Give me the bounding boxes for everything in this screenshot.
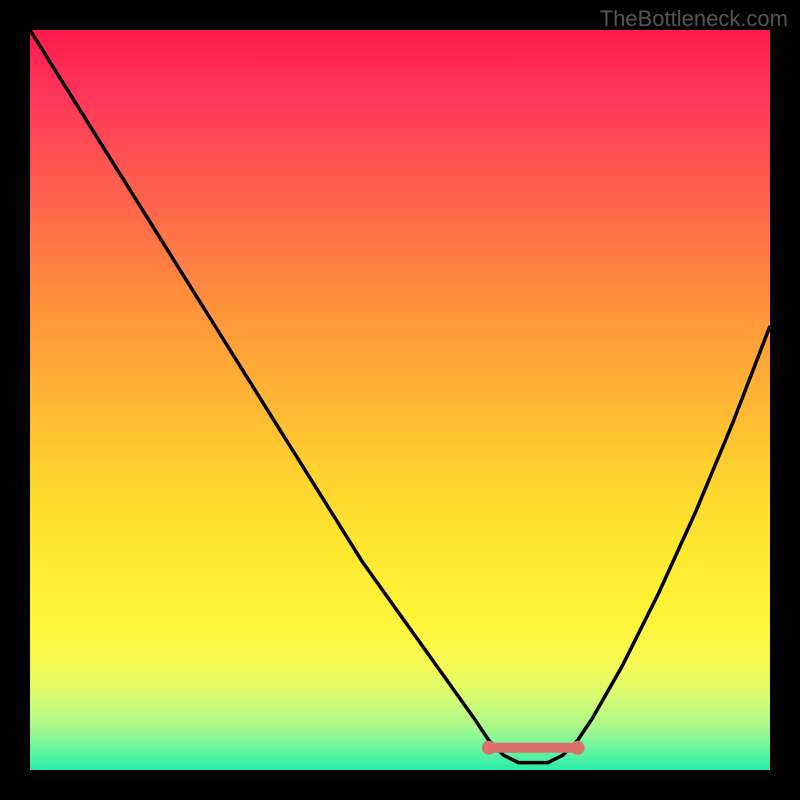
plot-area	[30, 30, 770, 770]
optimal-range-dot-right	[571, 741, 585, 755]
bottleneck-curve	[30, 30, 770, 763]
chart-svg	[30, 30, 770, 770]
optimal-range-dot-left	[482, 741, 496, 755]
watermark-text: TheBottleneck.com	[600, 6, 788, 32]
